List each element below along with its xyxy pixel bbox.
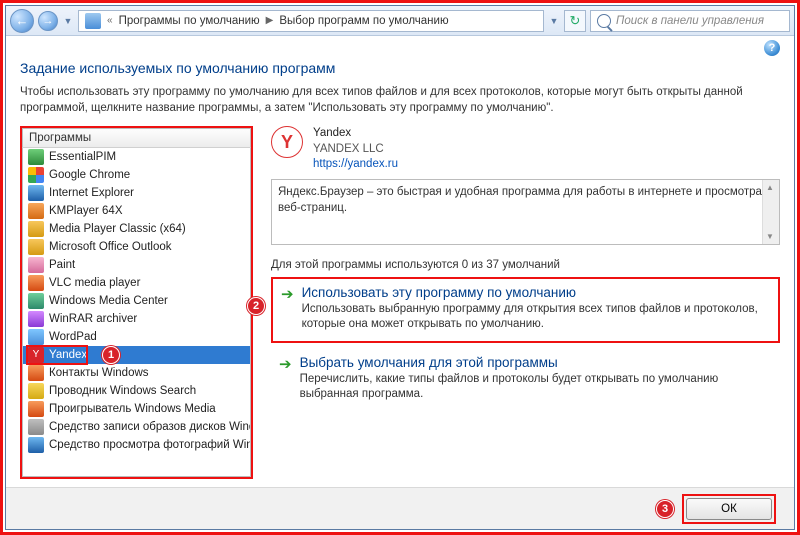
- program-icon: [28, 401, 44, 417]
- program-label: Проигрыватель Windows Media: [49, 403, 216, 415]
- program-icon: [28, 419, 44, 435]
- search-icon: [597, 14, 611, 28]
- control-panel-window: ← → ▼ « Программы по умолчанию ▶ Выбор п…: [5, 5, 795, 530]
- content-area: ? Задание используемых по умолчанию прог…: [6, 36, 794, 487]
- search-input[interactable]: Поиск в панели управления: [590, 10, 790, 32]
- defaults-usage-text: Для этой программы используются 0 из 37 …: [271, 259, 780, 271]
- chevron-right-icon: ▶: [266, 15, 274, 26]
- program-item[interactable]: Проигрыватель Windows Media: [23, 400, 250, 418]
- annotation-frame: ← → ▼ « Программы по умолчанию ▶ Выбор п…: [0, 0, 800, 535]
- dialog-footer: 3 ОК: [6, 487, 794, 529]
- program-label: Google Chrome: [49, 169, 130, 181]
- program-item[interactable]: Google Chrome: [23, 166, 250, 184]
- page-intro: Чтобы использовать эту программу по умол…: [20, 84, 780, 116]
- program-details: Y Yandex YANDEX LLC https://yandex.ru Ян…: [271, 126, 780, 479]
- app-description-box: Яндекс.Браузер – это быстрая и удобная п…: [271, 179, 780, 245]
- program-item[interactable]: Средство просмотра фотографий Win...: [23, 436, 250, 454]
- program-item[interactable]: KMPlayer 64X: [23, 202, 250, 220]
- program-list-container: Программы EssentialPIM Google Chrome Inter…: [20, 126, 253, 479]
- control-panel-icon: [85, 13, 101, 29]
- program-label: WinRAR archiver: [49, 313, 137, 325]
- program-label: Media Player Classic (x64): [49, 223, 186, 235]
- program-list-header[interactable]: Программы: [22, 128, 251, 148]
- program-list[interactable]: EssentialPIM Google Chrome Internet Explor…: [22, 148, 251, 477]
- program-item[interactable]: Internet Explorer: [23, 184, 250, 202]
- description-scrollbar[interactable]: [762, 180, 779, 244]
- program-icon: [28, 293, 44, 309]
- choose-defaults-desc: Перечислить, какие типы файлов и протоко…: [300, 372, 772, 403]
- address-bar: ← → ▼ « Программы по умолчанию ▶ Выбор п…: [6, 6, 794, 36]
- program-label: Paint: [49, 259, 75, 271]
- forward-button[interactable]: →: [38, 11, 58, 31]
- program-item[interactable]: EssentialPIM: [23, 148, 250, 166]
- program-icon: Y: [28, 347, 44, 363]
- program-item[interactable]: Y Yandex: [23, 346, 250, 364]
- program-item[interactable]: Средство записи образов дисков Wind...: [23, 418, 250, 436]
- program-icon: [28, 275, 44, 291]
- program-icon: [28, 329, 44, 345]
- program-icon: [28, 221, 44, 237]
- program-label: Проводник Windows Search: [49, 385, 196, 397]
- program-item[interactable]: WordPad: [23, 328, 250, 346]
- program-label: VLC media player: [49, 277, 140, 289]
- program-icon: [28, 437, 44, 453]
- program-item[interactable]: VLC media player: [23, 274, 250, 292]
- program-icon: [28, 383, 44, 399]
- program-label: EssentialPIM: [49, 151, 116, 163]
- callout-badge-2: 2: [247, 297, 265, 315]
- app-url[interactable]: https://yandex.ru: [313, 157, 398, 173]
- program-icon: [28, 185, 44, 201]
- breadcrumb-level2[interactable]: Выбор программ по умолчанию: [279, 15, 448, 27]
- program-item[interactable]: WinRAR archiver: [23, 310, 250, 328]
- search-placeholder: Поиск в панели управления: [616, 15, 764, 27]
- back-button[interactable]: ←: [10, 9, 34, 33]
- program-icon: [28, 149, 44, 165]
- help-icon[interactable]: ?: [764, 40, 780, 56]
- program-label: Windows Media Center: [49, 295, 168, 307]
- breadcrumb-level1[interactable]: Программы по умолчанию: [119, 15, 260, 27]
- program-item[interactable]: Media Player Classic (x64): [23, 220, 250, 238]
- program-item[interactable]: Проводник Windows Search: [23, 382, 250, 400]
- program-icon: [28, 239, 44, 255]
- app-company: YANDEX LLC: [313, 142, 398, 158]
- refresh-button[interactable]: ↻: [564, 10, 586, 32]
- program-icon: [28, 257, 44, 273]
- app-name: Yandex: [313, 126, 398, 142]
- program-label: Средство просмотра фотографий Win...: [49, 439, 250, 451]
- ok-highlight-box: ОК: [682, 494, 776, 524]
- choose-defaults-title: Выбрать умолчания для этой программы: [300, 355, 772, 370]
- history-dropdown-icon[interactable]: ▼: [62, 16, 74, 26]
- program-icon: [28, 365, 44, 381]
- program-icon: [28, 203, 44, 219]
- program-label: Средство записи образов дисков Wind...: [49, 421, 250, 433]
- set-default-desc: Использовать выбранную программу для отк…: [302, 302, 770, 333]
- arrow-right-icon: ➔: [281, 287, 294, 333]
- arrow-right-icon: ➔: [279, 357, 292, 403]
- program-icon: [28, 167, 44, 183]
- breadcrumb[interactable]: « Программы по умолчанию ▶ Выбор програм…: [78, 10, 544, 32]
- program-item[interactable]: Контакты Windows: [23, 364, 250, 382]
- app-description: Яндекс.Браузер – это быстрая и удобная п…: [278, 186, 762, 214]
- yandex-app-icon: Y: [271, 126, 303, 158]
- program-label: KMPlayer 64X: [49, 205, 123, 217]
- program-icon: [28, 311, 44, 327]
- breadcrumb-dropdown-icon[interactable]: ▼: [548, 16, 560, 26]
- ok-button[interactable]: ОК: [686, 498, 772, 520]
- page-title: Задание используемых по умолчанию програ…: [20, 60, 780, 76]
- program-label: Microsoft Office Outlook: [49, 241, 172, 253]
- callout-badge-3: 3: [656, 500, 674, 518]
- program-item[interactable]: Paint: [23, 256, 250, 274]
- program-label: WordPad: [49, 331, 97, 343]
- set-default-title: Использовать эту программу по умолчанию: [302, 285, 770, 300]
- set-default-option[interactable]: ➔ Использовать эту программу по умолчани…: [271, 277, 780, 343]
- program-label: Internet Explorer: [49, 187, 134, 199]
- program-label: Yandex: [49, 349, 87, 361]
- chevron-left-icon: «: [107, 15, 113, 26]
- choose-defaults-option[interactable]: ➔ Выбрать умолчания для этой программы П…: [271, 349, 780, 411]
- program-item[interactable]: Windows Media Center: [23, 292, 250, 310]
- program-item[interactable]: Microsoft Office Outlook: [23, 238, 250, 256]
- program-label: Контакты Windows: [49, 367, 149, 379]
